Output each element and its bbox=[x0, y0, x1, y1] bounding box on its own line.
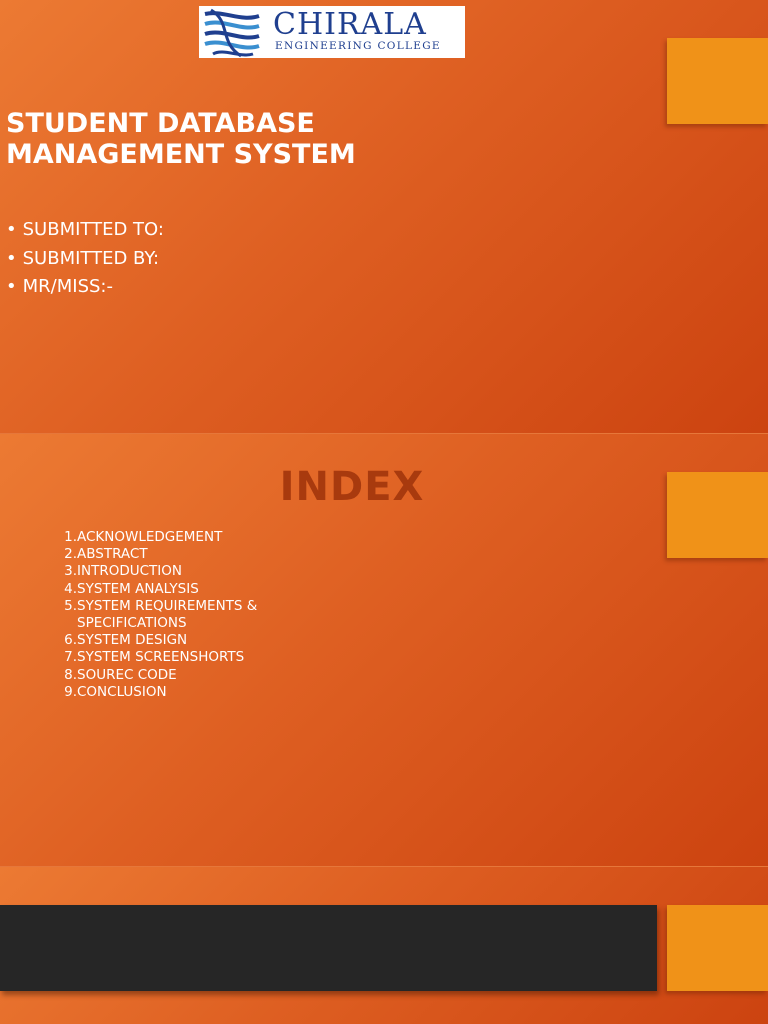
accent-block bbox=[667, 38, 768, 124]
item-number: 4. bbox=[64, 580, 77, 597]
title-line-1: STUDENT DATABASE bbox=[6, 108, 315, 139]
item-text: SYSTEM DESIGN bbox=[77, 632, 188, 649]
item-text: ACKNOWLEDGEMENT bbox=[77, 529, 223, 545]
item-number: 3. bbox=[64, 563, 77, 580]
title-slide: CHIRALA ENGINEERING COLLEGE STUDENT DATA… bbox=[0, 0, 768, 433]
title-line-2: MANAGEMENT SYSTEM bbox=[6, 139, 356, 170]
bullet-submitted-to: SUBMITTED TO: bbox=[6, 216, 164, 245]
index-slide: INDEX 1. ACKNOWLEDGEMENT 2. ABSTRACT 3. INT… bbox=[0, 433, 768, 867]
item-text: SYSTEM ANALYSIS bbox=[77, 580, 199, 597]
dna-helix-icon bbox=[204, 8, 260, 58]
index-list: 1. ACKNOWLEDGEMENT 2. ABSTRACT 3. INTRODUCT… bbox=[48, 529, 328, 701]
list-item: 5. SYSTEM REQUIREMENTS & SPECIFICATIONS bbox=[48, 598, 328, 632]
list-item: 9. CONCLUSION bbox=[48, 684, 328, 701]
list-item: 4. SYSTEM ANALYSIS bbox=[48, 581, 328, 598]
list-item: 2. ABSTRACT bbox=[48, 546, 328, 563]
logo-name: CHIRALA bbox=[273, 7, 427, 42]
list-item: 8. SOUREC CODE bbox=[48, 667, 328, 684]
item-text: INTRODUCTION bbox=[77, 563, 182, 580]
page-title: STUDENT DATABASE MANAGEMENT SYSTEM bbox=[6, 108, 626, 170]
dark-title-bar bbox=[0, 905, 657, 991]
college-logo: CHIRALA ENGINEERING COLLEGE bbox=[199, 6, 465, 58]
item-text: SYSTEM REQUIREMENTS & SPECIFICATIONS bbox=[77, 597, 258, 632]
list-item: 1. ACKNOWLEDGEMENT bbox=[48, 529, 328, 546]
list-item: 6. SYSTEM DESIGN bbox=[48, 632, 328, 649]
item-text: SYSTEM SCREENSHORTS bbox=[77, 649, 245, 666]
bullet-mr-miss: MR/MISS:- bbox=[6, 273, 164, 302]
item-number: 1. bbox=[64, 529, 77, 545]
item-text: SOUREC CODE bbox=[77, 666, 177, 683]
third-slide bbox=[0, 866, 768, 1024]
list-item: 3. INTRODUCTION bbox=[48, 563, 328, 580]
item-number: 8. bbox=[64, 666, 77, 683]
list-item: 7. SYSTEM SCREENSHORTS bbox=[48, 649, 328, 666]
submission-list: SUBMITTED TO: SUBMITTED BY: MR/MISS:- bbox=[6, 216, 164, 302]
item-number: 9. bbox=[64, 683, 77, 700]
item-number: 5. bbox=[64, 597, 77, 614]
index-title: INDEX bbox=[279, 464, 425, 510]
item-text: ABSTRACT bbox=[77, 546, 148, 563]
item-number: 2. bbox=[64, 546, 77, 563]
logo-subtitle: ENGINEERING COLLEGE bbox=[275, 40, 441, 52]
item-number: 6. bbox=[64, 632, 77, 649]
document-page: CHIRALA ENGINEERING COLLEGE STUDENT DATA… bbox=[0, 0, 768, 1024]
accent-block bbox=[667, 905, 768, 991]
bullet-submitted-by: SUBMITTED BY: bbox=[6, 245, 164, 274]
accent-block bbox=[667, 472, 768, 558]
item-text: CONCLUSION bbox=[77, 683, 167, 700]
item-number: 7. bbox=[64, 649, 77, 666]
